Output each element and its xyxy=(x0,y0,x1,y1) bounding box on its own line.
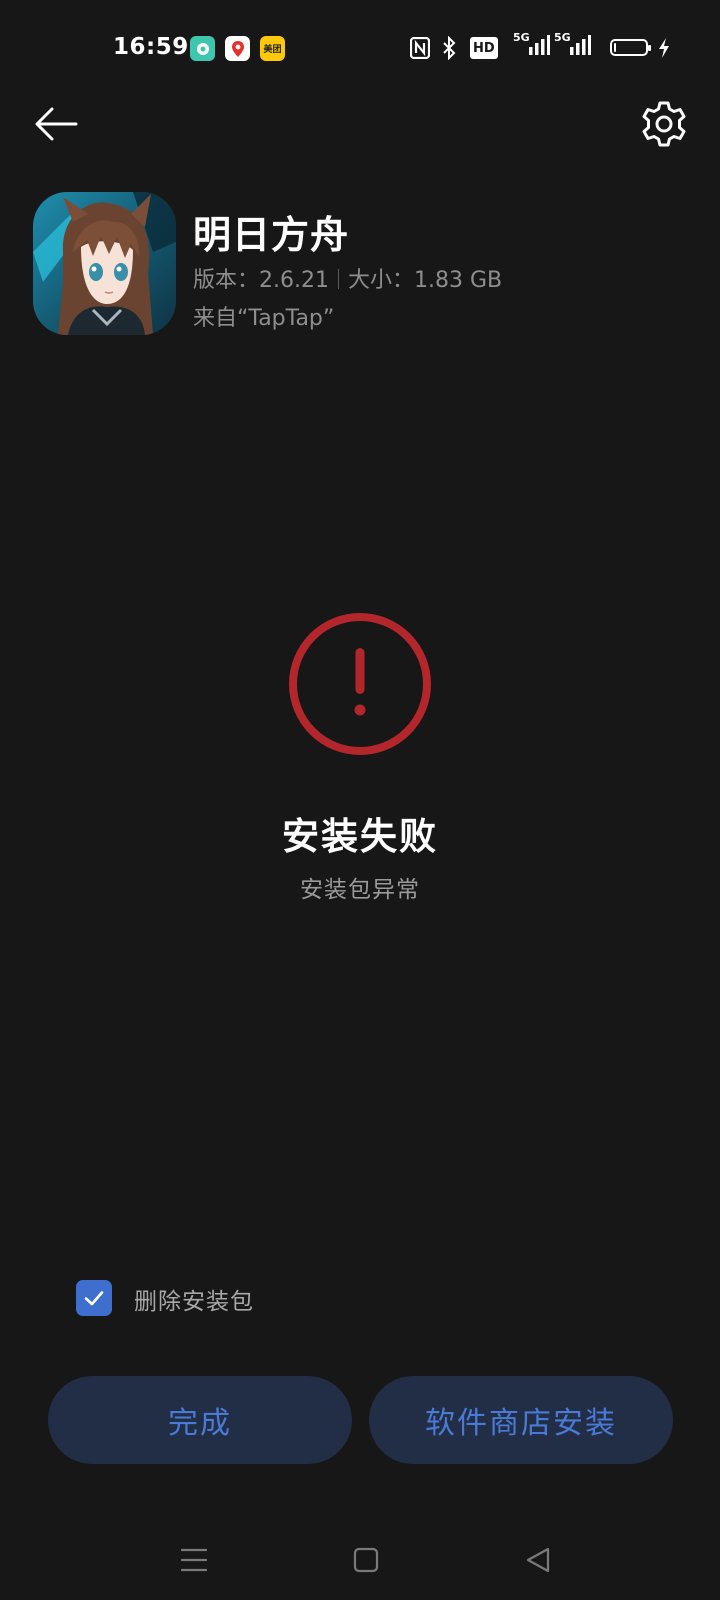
menu-icon xyxy=(180,1548,208,1572)
signal-5g-icon: 5G xyxy=(554,32,591,60)
settings-button[interactable] xyxy=(638,98,690,150)
battery-level-fill xyxy=(614,43,616,52)
checkmark-icon xyxy=(84,1291,104,1306)
back-button[interactable] xyxy=(30,98,82,150)
bluetooth-icon xyxy=(441,34,457,62)
delete-package-label[interactable]: 删除安装包 xyxy=(134,1282,254,1316)
meituan-app-icon: 美团 xyxy=(260,36,285,61)
app-version: 版本：2.6.21 xyxy=(193,268,329,293)
battery-icon xyxy=(610,39,651,56)
hd-icon: HD xyxy=(470,37,498,59)
app-meta: 版本：2.6.21 大小：1.83 GB xyxy=(193,262,502,294)
nfc-icon xyxy=(410,34,430,62)
soul-app-icon xyxy=(190,36,215,61)
map-pin-app-icon xyxy=(225,36,250,61)
store-install-button[interactable]: 软件商店安装 xyxy=(369,1376,673,1464)
nav-menu-button[interactable] xyxy=(174,1540,214,1580)
app-source: 来自“TapTap” xyxy=(193,306,335,331)
error-exclamation-icon xyxy=(288,612,432,756)
signal-5g-icon: 5G xyxy=(513,32,550,60)
app-size: 大小：1.83 GB xyxy=(347,268,503,293)
home-square-icon xyxy=(353,1547,379,1573)
charging-icon xyxy=(657,34,671,62)
status-time: 16:59 xyxy=(113,34,189,60)
delete-package-checkbox[interactable] xyxy=(76,1280,112,1316)
gear-icon xyxy=(642,101,686,147)
meta-divider xyxy=(337,269,339,289)
result-subtitle: 安装包异常 xyxy=(300,877,420,903)
result-title: 安装失败 xyxy=(282,815,438,858)
app-name: 明日方舟 xyxy=(193,213,350,257)
done-button[interactable]: 完成 xyxy=(48,1376,352,1464)
app-icon xyxy=(33,192,176,335)
nav-back-button[interactable] xyxy=(518,1540,558,1580)
nav-home-button[interactable] xyxy=(346,1540,386,1580)
arrow-left-icon xyxy=(35,107,78,141)
back-triangle-icon xyxy=(526,1547,550,1573)
